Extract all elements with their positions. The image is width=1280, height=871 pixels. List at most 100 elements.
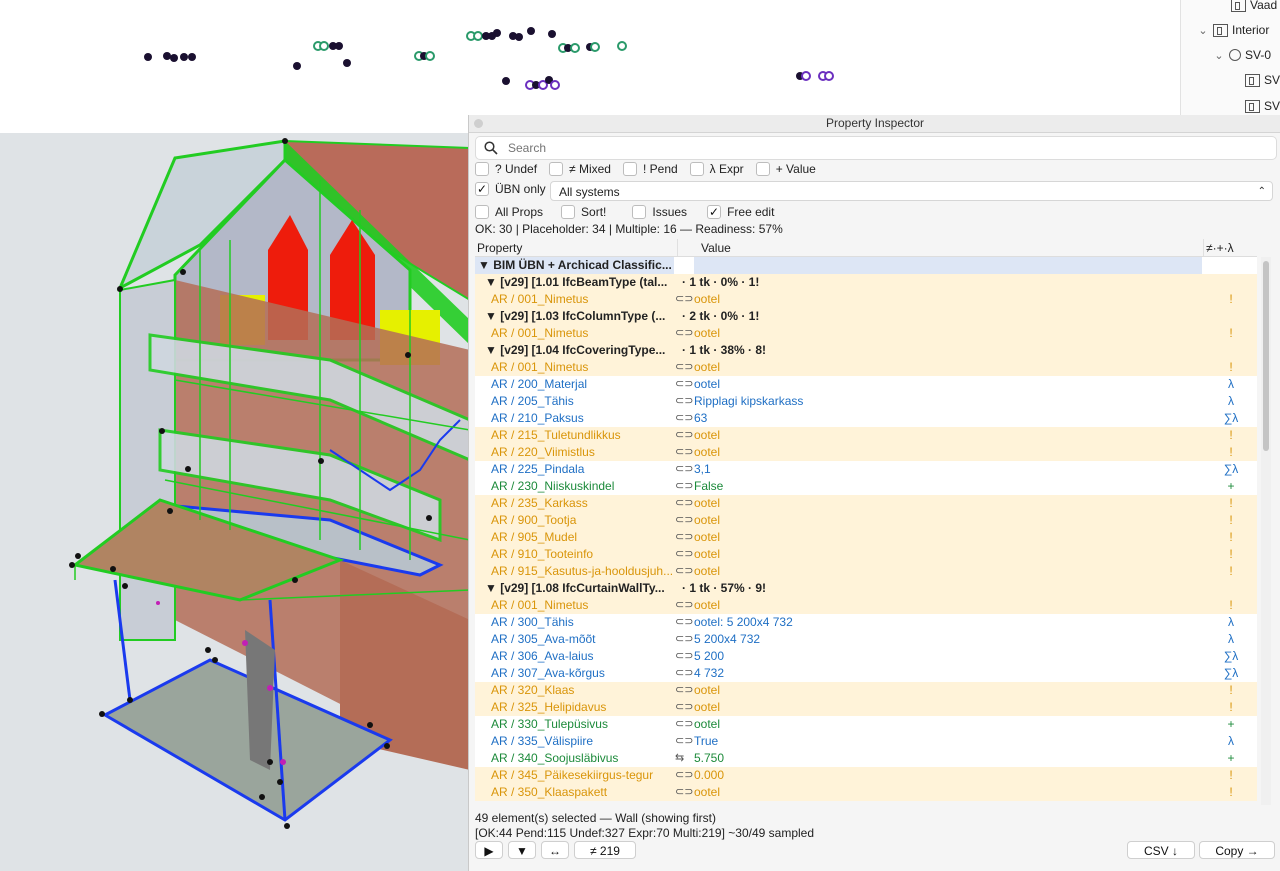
property-value[interactable]: Ripplagi kipskarkass [694, 393, 1214, 410]
tree-item[interactable]: SV [1245, 69, 1280, 91]
expand-button[interactable]: ▼ [508, 841, 536, 859]
link-icon[interactable]: ⊂⊃ [675, 717, 693, 730]
link-icon[interactable]: ⊂⊃ [675, 360, 693, 373]
link-icon[interactable]: ⊂⊃ [675, 411, 693, 424]
tree-item[interactable]: ⌄ Interior [1197, 19, 1269, 41]
filter-mixed-checkbox[interactable]: ≠ Mixed [549, 162, 611, 176]
property-row[interactable]: AR / 210_Paksus ⊂⊃ 63 ∑λ [475, 410, 1257, 427]
tree-item[interactable]: ⌄ SV-0 [1213, 44, 1271, 66]
column-header-property[interactable]: Property [477, 241, 522, 255]
property-row[interactable]: AR / 305_Ava-mõõt ⊂⊃ 5 200x4 732 λ [475, 631, 1257, 648]
property-row[interactable]: AR / 900_Tootja ⊂⊃ ootel! [475, 512, 1257, 529]
tree-item[interactable]: Vaad [1231, 0, 1277, 16]
property-value[interactable]: ootel [694, 784, 1214, 801]
model-canvas-top[interactable] [0, 0, 1180, 133]
filter-pend-checkbox[interactable]: ! Pend [622, 162, 678, 176]
3d-viewport[interactable] [0, 133, 470, 871]
swap-button[interactable]: ↔ [541, 841, 569, 859]
table-scrollbar[interactable] [1261, 257, 1271, 805]
column-divider[interactable] [1203, 239, 1204, 256]
checkbox-box[interactable] [475, 162, 489, 176]
property-row[interactable]: AR / 001_Nimetus ⊂⊃ ootel! [475, 291, 1257, 308]
property-row[interactable]: AR / 001_Nimetus ⊂⊃ ootel! [475, 325, 1257, 342]
property-row[interactable]: AR / 220_Viimistlus ⊂⊃ ootel! [475, 444, 1257, 461]
link-icon[interactable]: ⊂⊃ [675, 615, 693, 628]
link-icon[interactable]: ⊂⊃ [675, 462, 693, 475]
link-icon[interactable]: ⊂⊃ [675, 734, 693, 747]
property-value[interactable]: ootel [694, 325, 1214, 342]
group-row[interactable]: ▼ [v29] [1.04 IfcCoveringType... · 1 tk ·… [475, 342, 1257, 359]
free-edit-checkbox[interactable]: ✓ Free edit [707, 205, 774, 219]
column-divider[interactable] [677, 239, 678, 256]
close-icon[interactable] [474, 119, 483, 128]
search-input[interactable] [506, 140, 1210, 156]
link-icon[interactable]: ⊂⊃ [675, 513, 693, 526]
checkbox-box[interactable] [475, 205, 489, 219]
property-value[interactable]: ootel: 5 200x4 732 [694, 614, 1214, 631]
property-row[interactable]: AR / 307_Ava-kõrgus ⊂⊃ 4 732 ∑λ [475, 665, 1257, 682]
property-value[interactable]: ootel [694, 512, 1214, 529]
property-value[interactable]: 5.750 [694, 750, 1214, 767]
property-row[interactable]: AR / 200_Materjal ⊂⊃ ootel λ [475, 376, 1257, 393]
tree-item[interactable]: SV [1245, 95, 1280, 117]
checkbox-box[interactable] [549, 162, 564, 176]
property-value[interactable]: True [694, 733, 1214, 750]
property-row[interactable]: AR / 235_Karkass ⊂⊃ ootel! [475, 495, 1257, 512]
property-row[interactable]: AR / 340_Soojusläbivus ⇆ 5.750 + [475, 750, 1257, 767]
link-icon[interactable]: ⊂⊃ [675, 496, 693, 509]
property-value[interactable]: ootel [694, 563, 1214, 580]
property-row[interactable]: AR / 205_Tähis ⊂⊃ Ripplagi kipskarkass λ [475, 393, 1257, 410]
group-row[interactable]: ▼ [v29] [1.01 IfcBeamType (tal... · 1 tk … [475, 274, 1257, 291]
link-icon[interactable]: ⊂⊃ [675, 666, 693, 679]
chevron-down-icon[interactable]: ⌄ [1213, 49, 1225, 62]
all-props-checkbox[interactable]: All Props [475, 205, 543, 219]
link-icon[interactable]: ⊂⊃ [675, 547, 693, 560]
property-row[interactable]: AR / 905_Mudel ⊂⊃ ootel! [475, 529, 1257, 546]
sort-checkbox[interactable]: Sort! [561, 205, 606, 219]
link-icon[interactable]: ⊂⊃ [675, 377, 693, 390]
link-icon[interactable]: ⊂⊃ [675, 649, 693, 662]
link-icon[interactable]: ⊂⊃ [675, 530, 693, 543]
checkbox-box[interactable] [632, 205, 647, 219]
property-value[interactable]: ootel [694, 546, 1214, 563]
link-icon[interactable]: ⊂⊃ [675, 326, 693, 339]
filter-undef-checkbox[interactable]: ? Undef [475, 162, 537, 176]
property-value[interactable]: False [694, 478, 1214, 495]
property-row[interactable]: AR / 230_Niiskuskindel ⊂⊃ False + [475, 478, 1257, 495]
property-row[interactable]: AR / 001_Nimetus ⊂⊃ ootel! [475, 597, 1257, 614]
checkbox-box[interactable] [622, 162, 637, 176]
link-icon[interactable]: ⇆ [675, 751, 691, 764]
link-icon[interactable]: ⊂⊃ [675, 428, 693, 441]
link-icon[interactable]: ⊂⊃ [675, 292, 693, 305]
link-icon[interactable]: ⊂⊃ [675, 394, 693, 407]
group-row[interactable]: ▼ BIM ÜBN + Archicad Classific... [475, 257, 1257, 274]
property-value[interactable]: 5 200 [694, 648, 1214, 665]
property-row[interactable]: AR / 215_Tuletundlikkus ⊂⊃ ootel! [475, 427, 1257, 444]
property-row[interactable]: AR / 915_Kasutus-ja-hooldusjuh... ⊂⊃ ootel… [475, 563, 1257, 580]
link-icon[interactable]: ⊂⊃ [675, 785, 693, 798]
property-value[interactable]: ootel [694, 699, 1214, 716]
group-row[interactable]: ▼ [v29] [1.03 IfcColumnType (... · 2 tk ·… [475, 308, 1257, 325]
scrollbar-thumb[interactable] [1263, 261, 1269, 451]
property-value[interactable]: ootel [694, 444, 1214, 461]
property-value[interactable]: ootel [694, 359, 1214, 376]
link-icon[interactable]: ⊂⊃ [675, 632, 693, 645]
property-row[interactable]: AR / 300_Tähis ⊂⊃ ootel: 5 200x4 732 λ [475, 614, 1257, 631]
checkbox-box[interactable] [561, 205, 576, 219]
link-icon[interactable]: ⊂⊃ [675, 479, 693, 492]
column-header-flags[interactable]: ≠·+·λ [1206, 241, 1234, 255]
group-row[interactable]: ▼ [v29] [1.08 IfcCurtainWallTy... · 1 tk … [475, 580, 1257, 597]
link-icon[interactable]: ⊂⊃ [675, 445, 693, 458]
csv-export-button[interactable]: CSV ↓ [1127, 841, 1195, 859]
property-value[interactable]: ootel [694, 597, 1214, 614]
property-row[interactable]: AR / 350_Klaaspakett ⊂⊃ ootel! [475, 784, 1257, 801]
chevron-down-icon[interactable]: ⌄ [1197, 24, 1209, 37]
link-icon[interactable]: ⊂⊃ [675, 564, 693, 577]
issues-checkbox[interactable]: Issues [632, 205, 687, 219]
link-icon[interactable]: ⊂⊃ [675, 700, 693, 713]
filter-expr-checkbox[interactable]: λ Expr [689, 162, 744, 176]
property-value[interactable]: ootel [694, 529, 1214, 546]
property-row[interactable]: AR / 306_Ava-laius ⊂⊃ 5 200 ∑λ [475, 648, 1257, 665]
link-icon[interactable]: ⊂⊃ [675, 768, 693, 781]
property-value[interactable]: ootel [694, 427, 1214, 444]
